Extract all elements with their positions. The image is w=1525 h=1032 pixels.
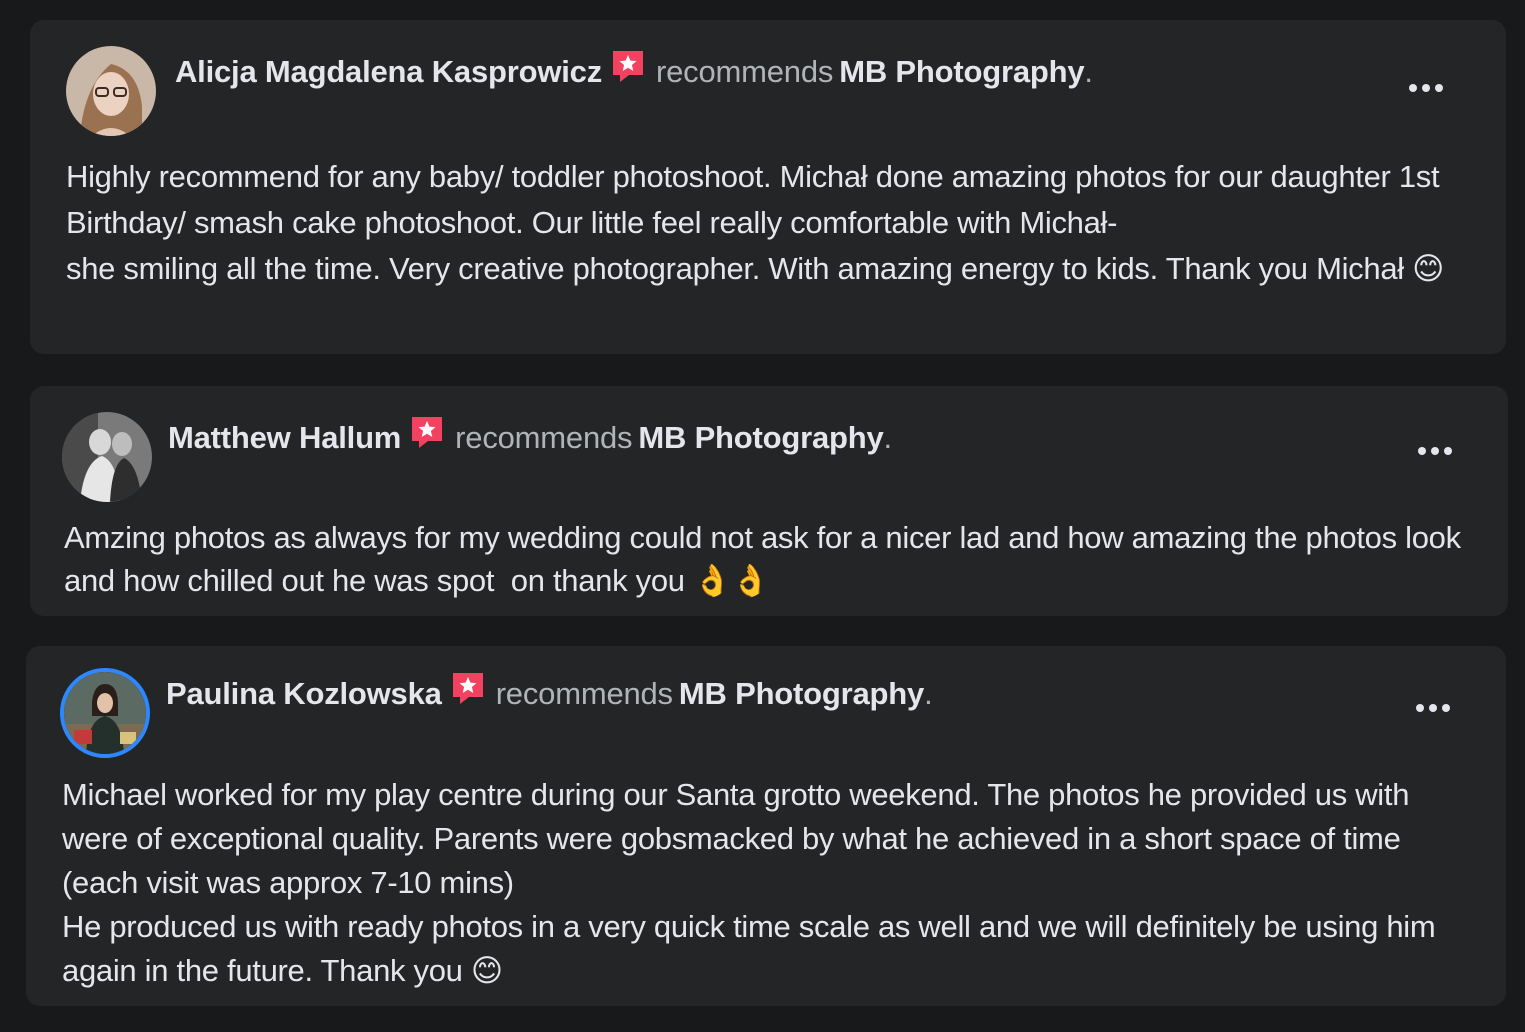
page-name-link[interactable]: MB Photography [638,420,883,455]
recommends-label: recommends [656,54,834,89]
review-header: Alicja Magdalena Kasprowicz recommends MB … [175,48,1093,92]
recommendation-star-badge-icon [450,670,486,706]
page-name-link[interactable]: MB Photography [839,54,1084,89]
period: . [1084,54,1093,89]
avatar[interactable] [66,46,156,136]
more-options-button[interactable] [1405,431,1465,471]
review-header: Paulina Kozlowska recommends MB Photograph… [166,670,933,714]
recommends-label: recommends [495,676,673,711]
review-card: Alicja Magdalena Kasprowicz recommends MB … [30,20,1506,354]
avatar[interactable] [60,668,150,758]
more-options-icon [1418,447,1426,455]
more-options-dot [1435,84,1443,92]
review-header: Matthew Hallum recommends MB Photography. [168,414,892,458]
review-card: Matthew Hallum recommends MB Photography. … [30,386,1508,616]
review-text: Amzing photos as always for my wedding c… [64,520,1470,598]
more-options-dot [1422,84,1430,92]
author-name[interactable]: Matthew Hallum [168,420,401,455]
author-name[interactable]: Alicja Magdalena Kasprowicz [175,54,602,89]
more-options-icon [1416,704,1424,712]
more-options-button[interactable] [1403,688,1463,728]
review-text: Michael worked for my play centre during… [62,777,1436,988]
more-options-icon [1409,84,1417,92]
more-options-button[interactable] [1396,68,1456,108]
recommendation-star-badge-icon [409,414,445,450]
recommends-label: recommends [455,420,633,455]
more-options-dot [1431,447,1439,455]
more-options-dot [1429,704,1437,712]
page-name-link[interactable]: MB Photography [679,676,924,711]
avatar[interactable] [62,412,152,502]
period: . [924,676,933,711]
review-card: Paulina Kozlowska recommends MB Photograph… [26,646,1506,1006]
review-text: Highly recommend for any baby/ toddler p… [66,159,1445,286]
period: . [883,420,893,455]
author-name[interactable]: Paulina Kozlowska [166,676,442,711]
more-options-dot [1442,704,1450,712]
more-options-dot [1444,447,1452,455]
recommendation-star-badge-icon [610,48,646,84]
